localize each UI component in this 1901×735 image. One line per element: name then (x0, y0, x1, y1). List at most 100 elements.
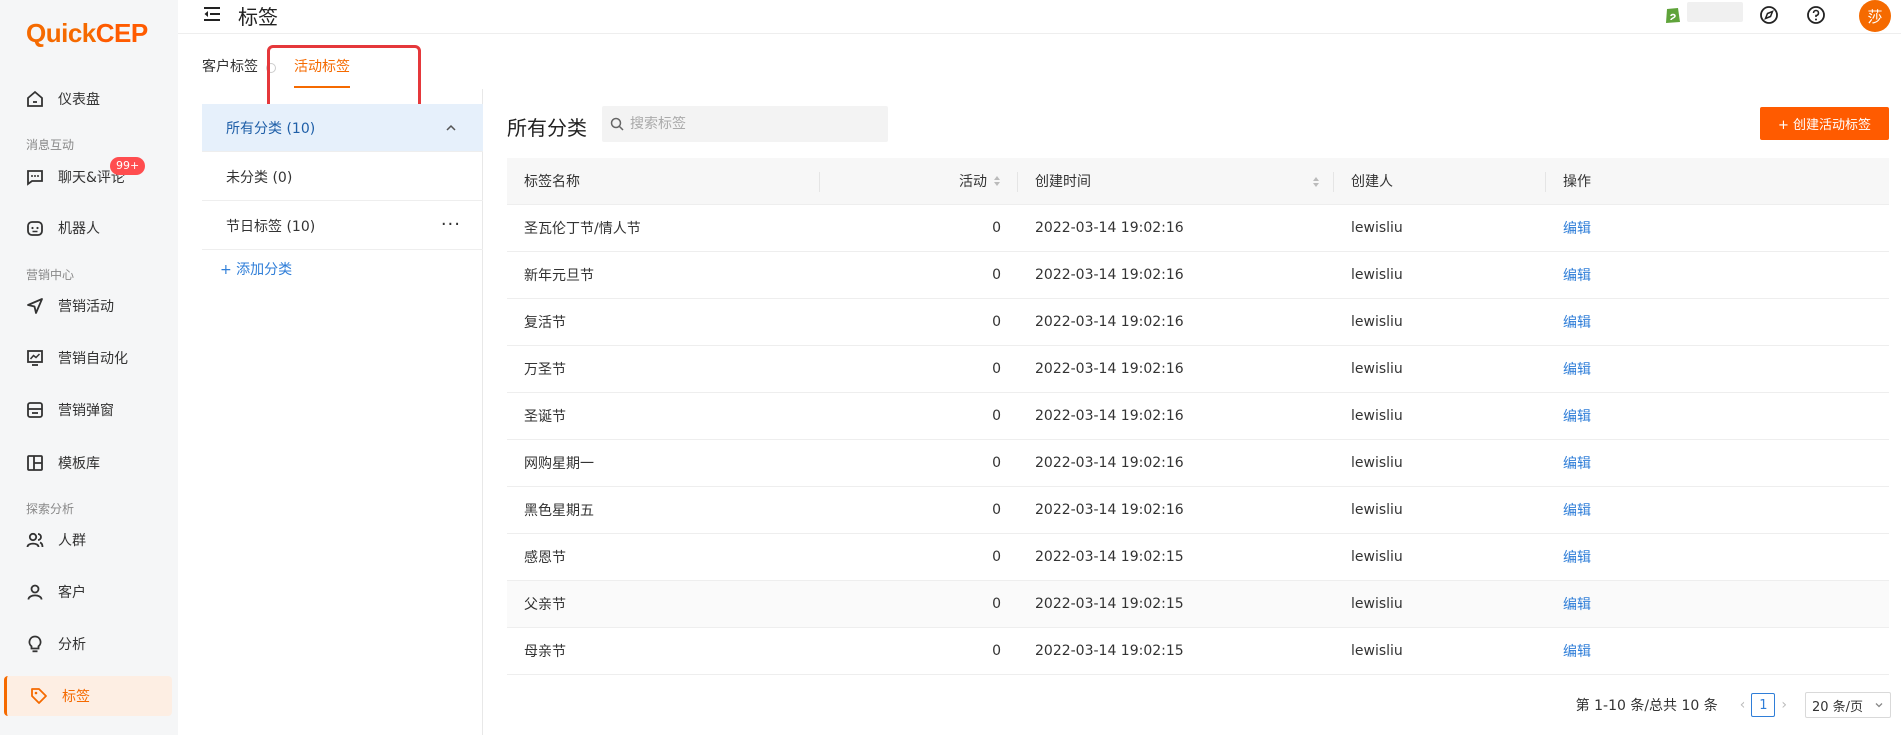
add-category-link[interactable]: + 添加分类 (220, 259, 292, 279)
app-logo[interactable]: QuickCEP (26, 18, 148, 49)
cell-creator: lewisliu (1351, 502, 1403, 518)
sidebar-item-chat[interactable]: 聊天&评论 99+ (0, 157, 172, 197)
edit-link[interactable]: 编辑 (1563, 268, 1591, 284)
menu-collapse-icon[interactable] (202, 4, 222, 24)
cell-created-time: 2022-03-14 19:02:16 (1035, 267, 1184, 283)
cell-created-time: 2022-03-14 19:02:16 (1035, 502, 1184, 518)
sidebar-item-label: 人群 (58, 533, 86, 549)
page-size-value: 20 条/页 (1812, 699, 1864, 715)
logo-q: Q (26, 18, 46, 48)
category-all[interactable]: 所有分类 (10) (202, 104, 483, 152)
compass-icon[interactable] (1759, 5, 1779, 25)
page-number-button[interactable]: 1 (1751, 693, 1776, 717)
sidebar-item-automation[interactable]: 营销自动化 (0, 338, 172, 378)
create-campaign-tag-button[interactable]: + 创建活动标签 (1760, 107, 1889, 140)
table-row: 新年元旦节 0 2022-03-14 19:02:16 lewisliu 编辑 (507, 252, 1889, 299)
chat-icon (27, 170, 43, 186)
page-size-select[interactable]: 20 条/页 (1805, 692, 1891, 718)
help-icon[interactable] (1806, 5, 1826, 25)
store-selector[interactable] (1687, 2, 1743, 22)
edit-link[interactable]: 编辑 (1563, 409, 1591, 425)
edit-link[interactable]: 编辑 (1563, 362, 1591, 378)
shopify-icon[interactable] (1664, 4, 1682, 24)
column-header-activity[interactable]: 活动 (820, 158, 1018, 205)
cell-tag-name: 复活节 (524, 315, 566, 331)
sidebar-group-messaging: 消息互动 (26, 138, 75, 152)
sidebar-item-popups[interactable]: 营销弹窗 (0, 390, 172, 430)
audience-icon (26, 532, 44, 548)
cell-activity-count: 0 (992, 549, 1001, 565)
edit-link[interactable]: 编辑 (1563, 456, 1591, 472)
category-holidays[interactable]: 节日标签 (10) ··· (202, 202, 483, 250)
cell-activity-count: 0 (992, 643, 1001, 659)
cell-activity-count: 0 (992, 408, 1001, 424)
sidebar-item-audience[interactable]: 人群 (0, 520, 172, 560)
tag-icon (31, 688, 47, 704)
column-header-creator: 创建人 (1334, 158, 1546, 205)
sort-icon[interactable] (1312, 176, 1320, 188)
column-header-created-time[interactable]: 创建时间 (1018, 158, 1334, 205)
cell-activity-count: 0 (992, 596, 1001, 612)
edit-link[interactable]: 编辑 (1563, 221, 1591, 237)
sidebar-item-tags[interactable]: 标签 (4, 676, 172, 716)
sidebar-item-customers[interactable]: 客户 (0, 572, 172, 612)
chevron-up-icon[interactable] (445, 122, 457, 134)
sidebar-item-analytics[interactable]: 分析 (0, 624, 172, 664)
cell-activity-count: 0 (992, 455, 1001, 471)
sidebar-item-campaigns[interactable]: 营销活动 (0, 286, 172, 326)
cell-tag-name: 圣诞节 (524, 409, 566, 425)
sidebar-item-robot[interactable]: 机器人 (0, 208, 172, 248)
cell-creator: lewisliu (1351, 408, 1403, 424)
cell-tag-name: 圣瓦伦丁节/情人节 (524, 221, 641, 237)
table-row: 母亲节 0 2022-03-14 19:02:15 lewisliu 编辑 (507, 628, 1889, 675)
column-label: 标签名称 (524, 174, 580, 190)
cell-created-time: 2022-03-14 19:02:15 (1035, 643, 1184, 659)
edit-link[interactable]: 编辑 (1563, 597, 1591, 613)
cell-activity-count: 0 (992, 220, 1001, 236)
edit-link[interactable]: 编辑 (1563, 644, 1591, 660)
bulb-icon (28, 635, 42, 653)
more-options-icon[interactable]: ··· (441, 214, 461, 235)
pagination: 第 1-10 条/总共 10 条 ‹ 1 › 20 条/页 (1576, 692, 1891, 718)
table-row: 父亲节 0 2022-03-14 19:02:15 lewisliu 编辑 (507, 581, 1889, 628)
sidebar: QuickCEP 仪表盘 消息互动 聊天&评论 99+ 机器人 营销中心 营销活… (0, 0, 178, 735)
sidebar-item-label: 营销自动化 (58, 351, 128, 367)
sidebar-item-label: 仪表盘 (58, 92, 100, 108)
cell-creator: lewisliu (1351, 267, 1403, 283)
cell-created-time: 2022-03-14 19:02:16 (1035, 455, 1184, 471)
cell-tag-name: 母亲节 (524, 644, 566, 660)
sidebar-item-label: 客户 (58, 585, 86, 601)
search-input[interactable] (630, 116, 870, 132)
prev-page-icon[interactable]: ‹ (1740, 697, 1746, 713)
next-page-icon[interactable]: › (1781, 697, 1787, 713)
column-label: 创建时间 (1035, 174, 1091, 190)
table-row: 圣瓦伦丁节/情人节 0 2022-03-14 19:02:16 lewisliu… (507, 205, 1889, 252)
category-panel: 所有分类 (10) 未分类 (0) 节日标签 (10) ··· + 添加分类 (202, 89, 483, 735)
app-root: QuickCEP 仪表盘 消息互动 聊天&评论 99+ 机器人 营销中心 营销活… (0, 0, 1901, 735)
cell-creator: lewisliu (1351, 643, 1403, 659)
edit-link[interactable]: 编辑 (1563, 503, 1591, 519)
sort-icon[interactable] (993, 175, 1001, 187)
cell-tag-name: 万圣节 (524, 362, 566, 378)
top-header: 标签 莎 (178, 0, 1901, 34)
tab-customer-tags[interactable]: 客户标签 (202, 56, 258, 76)
logo-cep: CEP (95, 18, 148, 48)
column-label: 操作 (1563, 174, 1591, 190)
cell-tag-name: 黑色星期五 (524, 503, 594, 519)
sidebar-group-analytics: 探索分析 (26, 502, 75, 516)
category-uncategorized[interactable]: 未分类 (0) (202, 153, 483, 201)
table-header: 标签名称 活动 创建时间 创建人 操作 (507, 158, 1889, 205)
sidebar-group-marketing: 营销中心 (26, 268, 75, 282)
cell-created-time: 2022-03-14 19:02:15 (1035, 596, 1184, 612)
cell-creator: lewisliu (1351, 455, 1403, 471)
avatar[interactable]: 莎 (1859, 0, 1891, 32)
edit-link[interactable]: 编辑 (1563, 550, 1591, 566)
column-header-name: 标签名称 (507, 158, 820, 205)
cell-created-time: 2022-03-14 19:02:15 (1035, 549, 1184, 565)
sidebar-item-dashboard[interactable]: 仪表盘 (0, 79, 172, 119)
table-row: 网购星期一 0 2022-03-14 19:02:16 lewisliu 编辑 (507, 440, 1889, 487)
cell-creator: lewisliu (1351, 549, 1403, 565)
search-field[interactable] (602, 106, 888, 142)
sidebar-item-templates[interactable]: 模板库 (0, 443, 172, 483)
edit-link[interactable]: 编辑 (1563, 315, 1591, 331)
